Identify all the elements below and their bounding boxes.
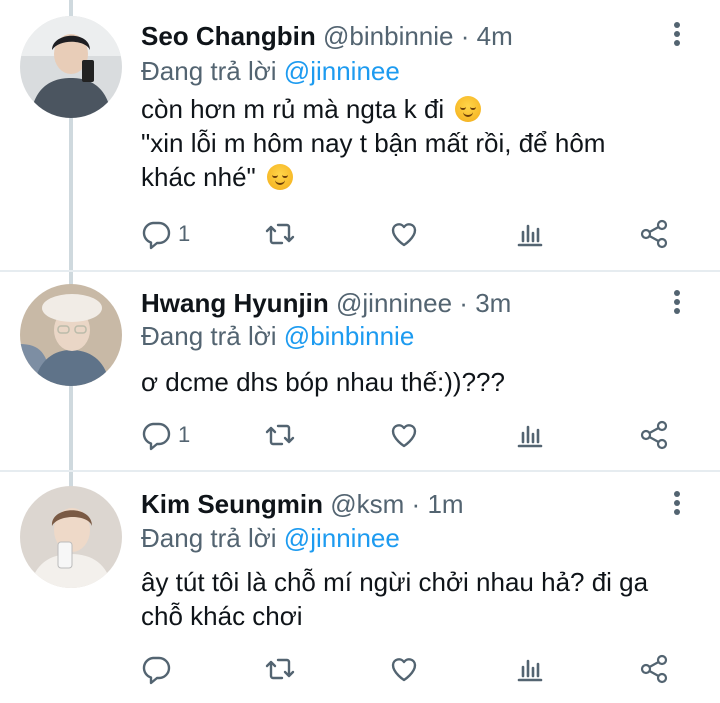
like-button[interactable] xyxy=(388,418,420,452)
separator: · xyxy=(460,21,470,51)
handle[interactable]: @ksm xyxy=(330,489,404,519)
reply-button[interactable]: 1 xyxy=(140,418,190,452)
share-icon xyxy=(640,654,668,684)
reply-count: 1 xyxy=(178,221,191,246)
retweet-icon xyxy=(265,658,295,680)
tweet-actions xyxy=(140,652,680,686)
replying-to: Đang trả lời @jinninee xyxy=(141,522,400,554)
share-icon xyxy=(640,219,668,249)
display-name[interactable]: Kim Seungmin xyxy=(141,489,323,519)
reply-button[interactable] xyxy=(140,652,178,686)
more-options-button[interactable] xyxy=(668,22,686,49)
tweet-actions: 1 xyxy=(140,418,680,452)
retweet-icon xyxy=(265,424,295,446)
like-button[interactable] xyxy=(388,652,420,686)
divider xyxy=(0,270,720,272)
replying-to-prefix: Đang trả lời xyxy=(141,523,277,553)
analytics-icon xyxy=(517,425,543,448)
reply-icon xyxy=(142,656,171,685)
replying-to-mention[interactable]: @jinninee xyxy=(284,523,400,553)
analytics-button[interactable] xyxy=(514,418,546,452)
avatar-seo-changbin[interactable] xyxy=(20,16,122,118)
analytics-button[interactable] xyxy=(514,217,546,251)
relieved-face-emoji-icon xyxy=(267,164,293,190)
tweet-text-line: chỗ khác chơi xyxy=(141,601,303,631)
tweet-text-line: ơ dcme dhs bóp nhau thế:))??? xyxy=(141,367,505,397)
analytics-button[interactable] xyxy=(514,652,546,686)
heart-icon xyxy=(391,223,417,247)
like-button[interactable] xyxy=(388,217,420,251)
avatar-hwang-hyunjin[interactable] xyxy=(20,284,122,386)
retweet-button[interactable] xyxy=(264,418,296,452)
more-vertical-icon xyxy=(668,290,686,314)
handle[interactable]: @jinninee xyxy=(336,288,452,318)
separator: · xyxy=(459,288,468,318)
reply-button[interactable]: 1 xyxy=(140,217,190,251)
timestamp[interactable]: 3m xyxy=(475,288,511,318)
smiling-face-emoji-icon xyxy=(455,96,482,122)
more-options-button[interactable] xyxy=(668,290,686,317)
share-button[interactable] xyxy=(638,652,670,686)
replying-to: Đang trả lời @jinninee xyxy=(141,55,400,87)
tweet-text-line: còn hơn m rủ mà ngta k đi xyxy=(141,94,445,124)
more-vertical-icon xyxy=(668,22,686,46)
replying-to: Đang trả lời @binbinnie xyxy=(141,320,414,352)
handle[interactable]: @binbinnie xyxy=(323,21,453,51)
display-name[interactable]: Seo Changbin xyxy=(141,21,316,51)
tweet-actions: 1 xyxy=(140,217,680,251)
heart-icon xyxy=(391,658,417,682)
separator: · xyxy=(411,489,421,519)
replying-to-prefix: Đang trả lời xyxy=(141,321,277,351)
reply-count: 1 xyxy=(178,422,191,447)
tweet-text: ây tút tôi là chỗ mí ngừi chởi nhau hả? … xyxy=(141,565,671,633)
divider xyxy=(0,470,720,472)
retweet-icon xyxy=(265,223,295,245)
analytics-icon xyxy=(517,659,543,682)
avatar-kim-seungmin[interactable] xyxy=(20,486,122,588)
share-button[interactable] xyxy=(638,418,670,452)
heart-icon xyxy=(391,424,417,448)
retweet-button[interactable] xyxy=(264,652,296,686)
display-name[interactable]: Hwang Hyunjin xyxy=(141,288,329,318)
avatar-image xyxy=(20,16,122,118)
replying-to-prefix: Đang trả lời xyxy=(141,56,277,86)
tweet-header: Hwang Hyunjin @jinninee · 3m xyxy=(141,287,511,319)
tweet-text: còn hơn m rủ mà ngta k đi "xin lỗi m hôm… xyxy=(141,92,671,194)
replying-to-mention[interactable]: @jinninee xyxy=(284,56,400,86)
tweet-header: Kim Seungmin @ksm · 1m xyxy=(141,488,464,520)
reply-icon xyxy=(142,221,171,250)
tweet-text: ơ dcme dhs bóp nhau thế:))??? xyxy=(141,365,671,399)
share-icon xyxy=(640,420,668,450)
more-vertical-icon xyxy=(668,491,686,515)
share-button[interactable] xyxy=(638,217,670,251)
tweet-text-line: ây tút tôi là chỗ mí ngừi chởi nhau hả? … xyxy=(141,567,649,597)
timestamp[interactable]: 1m xyxy=(427,489,463,519)
avatar-image xyxy=(20,486,122,588)
replying-to-mention[interactable]: @binbinnie xyxy=(284,321,414,351)
reply-icon xyxy=(142,422,171,451)
tweet-text-line: "xin lỗi m hôm nay t bận mất rồi, để hôm xyxy=(141,128,606,158)
more-options-button[interactable] xyxy=(668,491,686,518)
timestamp[interactable]: 4m xyxy=(477,21,513,51)
tweet-header: Seo Changbin @binbinnie · 4m xyxy=(141,20,513,52)
tweet-text-line: khác nhé" xyxy=(141,162,256,192)
avatar-image xyxy=(20,284,122,386)
retweet-button[interactable] xyxy=(264,217,296,251)
analytics-icon xyxy=(517,224,543,247)
